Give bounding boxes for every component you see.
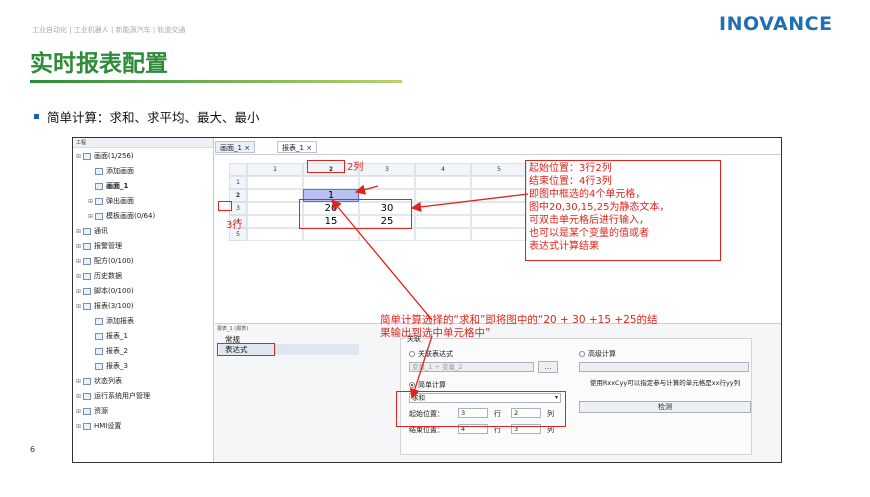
annotation-arrows [331,184,529,400]
